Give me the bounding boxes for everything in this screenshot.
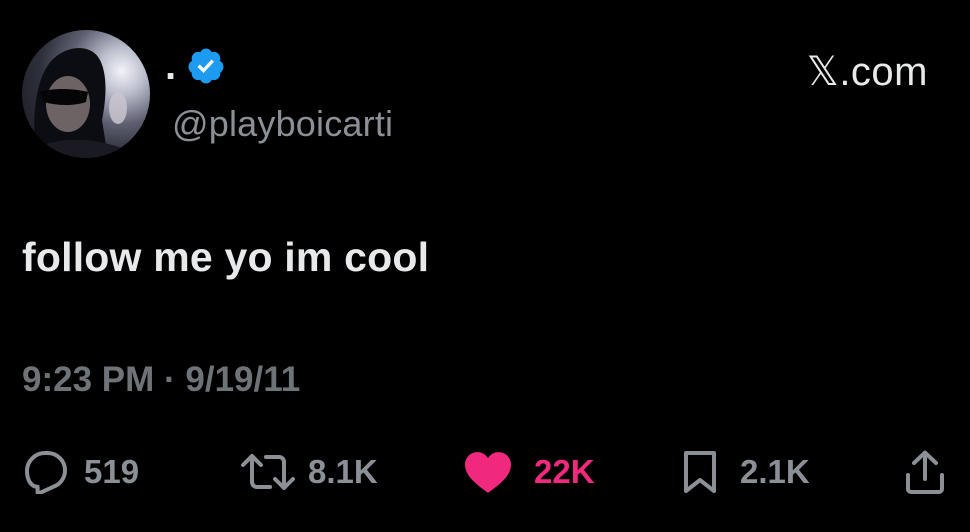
avatar[interactable] — [22, 30, 150, 158]
reply-count: 519 — [84, 453, 140, 490]
avatar-photo — [22, 48, 150, 158]
bookmark-button[interactable]: 2.1K — [682, 447, 810, 497]
x-brand-label: 𝕏.com — [806, 50, 928, 94]
author-name-row[interactable]: . — [165, 44, 226, 88]
verified-badge-icon — [186, 46, 226, 86]
bookmark-icon — [682, 449, 718, 495]
speech-bubble-icon — [22, 450, 70, 494]
tweet-card: . @playboicarti 𝕏.com follow me yo im co… — [0, 0, 970, 532]
bookmark-count: 2.1K — [740, 453, 810, 490]
like-button[interactable]: 22K — [462, 447, 595, 497]
retweet-count: 8.1K — [308, 453, 378, 490]
share-button[interactable] — [904, 447, 946, 497]
display-name[interactable]: . — [165, 46, 176, 86]
reply-button[interactable]: 519 — [22, 447, 139, 497]
retweet-button[interactable]: 8.1K — [240, 447, 378, 497]
share-upload-icon — [904, 449, 946, 495]
author-handle[interactable]: @playboicarti — [172, 104, 393, 144]
action-bar: 519 8.1K 22K 2.1K — [22, 447, 948, 497]
tweet-timestamp[interactable]: 9:23 PM · 9/19/11 — [22, 360, 300, 400]
retweet-arrows-icon — [240, 450, 296, 494]
like-count: 22K — [534, 453, 595, 490]
tweet-text: follow me yo im cool — [22, 234, 430, 280]
heart-icon — [462, 449, 514, 495]
